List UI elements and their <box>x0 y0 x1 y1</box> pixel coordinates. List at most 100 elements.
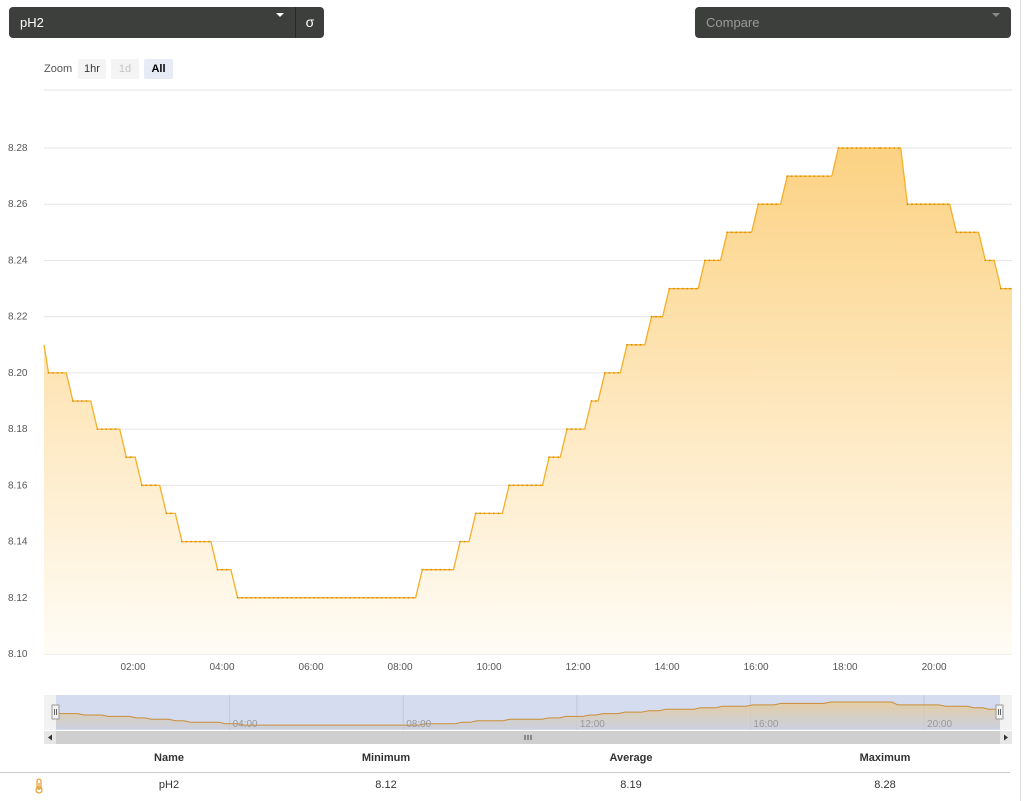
navigator[interactable]: 04:00 08:00 12:00 16:00 20:00 <box>44 695 1012 730</box>
y-tick-label: 8.22 <box>8 312 28 323</box>
data-point <box>290 596 293 599</box>
data-point <box>463 540 466 543</box>
data-point <box>984 259 987 262</box>
data-point <box>924 203 927 206</box>
data-point <box>837 147 840 149</box>
x-tick-label: 18:00 <box>833 662 858 673</box>
navigator-right-handle[interactable] <box>995 704 1004 720</box>
data-point <box>969 231 971 234</box>
y-tick-label: 8.28 <box>8 143 28 154</box>
data-point <box>695 287 698 290</box>
data-point <box>263 596 266 599</box>
data-point <box>686 287 689 290</box>
data-point <box>630 343 633 346</box>
data-point <box>380 596 383 599</box>
stats-cell-average: 8.19 <box>620 779 642 791</box>
data-point <box>770 203 773 206</box>
data-point <box>459 540 461 543</box>
data-point <box>96 428 99 430</box>
data-point <box>72 400 74 402</box>
data-point <box>650 315 653 318</box>
x-tick-label: 08:00 <box>388 662 413 673</box>
data-point <box>575 428 577 430</box>
data-point <box>403 596 405 599</box>
data-point <box>539 484 542 487</box>
data-point <box>708 259 711 262</box>
data-point <box>595 400 597 402</box>
data-point <box>570 428 573 430</box>
data-point <box>398 596 401 599</box>
x-tick-label: 12:00 <box>566 662 591 673</box>
data-point <box>704 259 706 262</box>
data-point <box>185 540 188 543</box>
data-point <box>897 147 900 149</box>
data-point <box>1000 287 1002 290</box>
data-point <box>308 596 311 599</box>
data-point <box>358 596 360 599</box>
data-point <box>165 512 168 515</box>
navigator-tick-label: 04:00 <box>233 719 258 730</box>
data-point <box>817 175 820 178</box>
data-point <box>1009 287 1011 290</box>
data-point <box>739 231 742 234</box>
data-point <box>125 456 128 459</box>
data-point <box>521 484 524 487</box>
data-point <box>236 596 239 599</box>
data-point <box>497 512 500 515</box>
data-point <box>76 400 79 402</box>
thermometer-icon <box>35 778 43 794</box>
data-point <box>241 596 244 599</box>
data-point <box>690 287 693 290</box>
data-point <box>349 596 351 599</box>
chart[interactable]: 8.10 8.12 8.14 8.16 8.18 8.20 8.22 8.24 8.26 8.28… <box>0 0 1024 750</box>
data-point <box>775 203 778 206</box>
data-point <box>250 596 253 599</box>
data-point <box>855 147 858 149</box>
data-point <box>425 568 428 571</box>
stats-header-average: Average <box>609 752 653 764</box>
data-point <box>748 231 751 234</box>
data-point <box>304 596 306 599</box>
data-point <box>942 203 945 206</box>
stats-header-minimum: Minimum <box>361 752 411 764</box>
data-point <box>101 428 103 430</box>
data-point <box>566 428 568 430</box>
data-point <box>150 484 152 487</box>
data-point <box>933 203 936 206</box>
data-point <box>947 203 949 206</box>
data-point <box>804 175 807 178</box>
data-point <box>286 596 288 599</box>
data-point <box>344 596 347 599</box>
data-point <box>915 203 918 206</box>
stats-cell-name: pH2 <box>158 779 180 791</box>
data-point <box>443 568 446 571</box>
x-tick-label: 14:00 <box>655 662 680 673</box>
data-point <box>535 484 537 487</box>
panel-right-border <box>1020 0 1021 801</box>
data-point <box>761 203 764 206</box>
data-point <box>61 372 63 374</box>
data-point <box>488 512 491 515</box>
data-point <box>154 484 157 487</box>
data-point <box>141 484 143 487</box>
data-point <box>199 540 201 543</box>
y-tick-label: 8.18 <box>8 424 28 435</box>
data-point <box>920 203 922 206</box>
x-tick-label: 06:00 <box>299 662 324 673</box>
data-point <box>717 259 720 262</box>
navigator-left-handle[interactable] <box>51 704 60 720</box>
data-point <box>331 596 333 599</box>
scrollbar[interactable] <box>44 731 1012 744</box>
data-point <box>170 512 172 515</box>
data-point <box>259 596 261 599</box>
data-point <box>677 287 680 290</box>
data-point <box>245 596 248 599</box>
data-point <box>864 147 867 149</box>
y-axis: 8.10 8.12 8.14 8.16 8.18 8.20 8.22 8.24 8.26 8.28 <box>8 143 28 660</box>
data-point <box>47 372 50 374</box>
data-point <box>884 147 887 149</box>
data-point <box>216 568 219 571</box>
navigator-tick-label: 08:00 <box>406 719 431 730</box>
data-point <box>846 147 849 149</box>
data-point <box>430 568 433 571</box>
